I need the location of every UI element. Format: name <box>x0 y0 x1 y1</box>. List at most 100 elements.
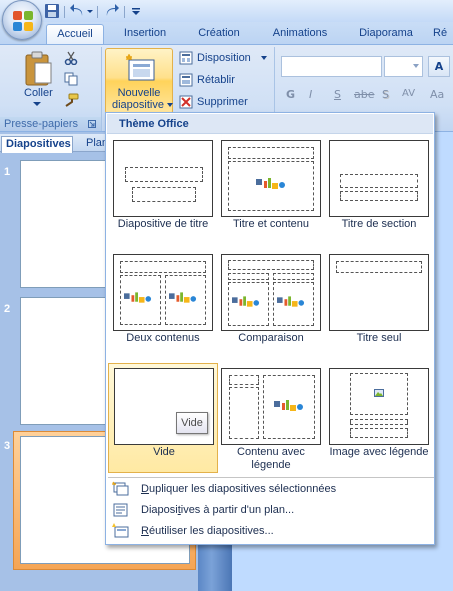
quick-access-separator <box>124 6 125 18</box>
underline-button[interactable]: S <box>334 88 341 101</box>
layout-label: Titre et contenu <box>232 218 310 230</box>
layout-label: Titre seul <box>356 332 402 344</box>
layout-comparison[interactable]: Comparaison <box>216 250 326 360</box>
gallery-header: Thème Office <box>107 114 433 134</box>
layout-preview <box>221 140 321 217</box>
picture-placeholder-icon <box>374 389 384 397</box>
layout-tooltip: Vide <box>176 412 208 434</box>
menu-item-label: Diapositives à partir d'un plan... <box>141 504 295 516</box>
shadow-button[interactable]: S <box>382 88 389 101</box>
content-placeholder-icon <box>256 178 285 189</box>
layout-preview <box>329 140 429 217</box>
menu-item-label: Dupliquer les diapositives sélectionnées <box>141 483 337 495</box>
layout-label: Image avec légende <box>329 446 429 458</box>
layout-preview <box>221 254 321 331</box>
bold-button[interactable]: G <box>286 88 295 101</box>
layout-icon[interactable] <box>179 51 193 65</box>
format-painter-icon[interactable] <box>63 93 79 107</box>
group-separator <box>101 47 102 131</box>
content-placeholder-icon <box>232 296 260 307</box>
tab-accueil[interactable]: Accueil <box>46 24 104 44</box>
slide-number: 3 <box>4 440 11 452</box>
redo-icon[interactable] <box>103 3 119 19</box>
slides-from-outline-icon <box>113 503 128 517</box>
duplicate-slides-menu-item[interactable]: Dupliquer les diapositives sélectionnées <box>107 479 433 500</box>
reset-icon[interactable] <box>179 73 193 87</box>
change-case-button[interactable]: Aa <box>430 88 444 101</box>
new-slide-label-line1: Nouvelle <box>117 87 161 99</box>
quick-access-separator <box>97 6 98 18</box>
layout-label: Diapositive de titre <box>117 218 209 230</box>
layout-title-only[interactable]: Titre seul <box>324 250 434 360</box>
layout-preview <box>113 140 213 217</box>
content-placeholder-icon <box>124 292 152 303</box>
clipboard-group-label-text: Presse-papiers <box>4 118 78 130</box>
customize-quick-access-icon[interactable] <box>131 3 141 19</box>
font-size-dropdown-icon[interactable] <box>413 64 419 69</box>
layout-preview <box>329 254 429 331</box>
menu-item-label: Réutiliser les diapositives... <box>141 525 274 537</box>
delete-slide-button-label[interactable]: Supprimer <box>197 96 248 108</box>
cut-icon[interactable] <box>64 51 78 65</box>
italic-button[interactable]: I <box>309 88 312 101</box>
slides-from-outline-menu-item[interactable]: Diapositives à partir d'un plan... <box>107 500 433 521</box>
layout-picture-with-caption[interactable]: Image avec légende <box>324 364 434 474</box>
title-bar <box>0 0 453 22</box>
save-icon[interactable] <box>44 3 60 19</box>
tab-revision[interactable]: Ré <box>433 24 453 44</box>
duplicate-slides-icon <box>112 481 129 496</box>
paste-dropdown-icon[interactable] <box>33 101 41 107</box>
layout-dropdown-icon[interactable] <box>261 56 267 61</box>
tab-diaporama[interactable]: Diaporama <box>350 24 422 44</box>
new-slide-label-line2: diapositive <box>112 99 164 111</box>
content-placeholder-icon <box>274 400 303 411</box>
tab-diapositives[interactable]: Diapositives <box>1 136 73 153</box>
layout-preview <box>221 368 321 445</box>
office-logo-icon <box>13 11 33 31</box>
layout-label: Comparaison <box>238 332 304 344</box>
grow-font-button[interactable]: A <box>428 56 450 77</box>
undo-dropdown-icon[interactable] <box>86 3 94 19</box>
layout-section-header[interactable]: Titre de section <box>324 136 434 246</box>
layout-title-content[interactable]: Titre et contenu <box>216 136 326 246</box>
menu-separator <box>108 477 434 478</box>
content-placeholder-icon <box>169 292 197 303</box>
quick-access-separator <box>64 6 65 18</box>
slide-number: 1 <box>4 166 11 178</box>
layout-content-with-caption[interactable]: Contenu avec légende <box>216 364 326 474</box>
layout-two-content[interactable]: Deux contenus <box>108 250 218 360</box>
layout-button-label[interactable]: Disposition <box>197 52 251 64</box>
tab-creation[interactable]: Création <box>186 24 252 44</box>
layout-preview <box>113 254 213 331</box>
reuse-slides-icon <box>112 523 129 538</box>
tab-animations[interactable]: Animations <box>262 24 338 44</box>
layout-title-slide[interactable]: Diapositive de titre <box>108 136 218 246</box>
clipboard-group-label: Presse-papiers <box>0 117 101 131</box>
layout-label: Contenu avec légende <box>237 446 305 471</box>
layout-label: Titre de section <box>341 218 417 230</box>
slide-number: 2 <box>4 303 11 315</box>
reset-button-label[interactable]: Rétablir <box>197 74 235 86</box>
layout-label: Vide <box>153 446 175 458</box>
font-name-combobox[interactable] <box>281 56 382 77</box>
font-format-buttons: G I S abe S AV Aa <box>282 84 453 106</box>
paste-icon[interactable] <box>23 51 53 87</box>
strikethrough-button[interactable]: abe <box>354 88 375 101</box>
new-slide-dropdown-icon <box>167 103 173 107</box>
new-slide-icon <box>125 54 155 81</box>
paste-button-label[interactable]: Coller <box>24 87 53 99</box>
font-size-combobox[interactable] <box>384 56 423 77</box>
office-button[interactable] <box>2 0 42 40</box>
content-placeholder-icon <box>277 296 305 307</box>
new-slide-button[interactable]: Nouvelle diapositive <box>105 48 173 114</box>
undo-icon[interactable] <box>70 3 86 19</box>
copy-icon[interactable] <box>64 72 78 86</box>
tab-insertion[interactable]: Insertion <box>112 24 178 44</box>
delete-slide-icon[interactable] <box>179 95 193 109</box>
ribbon-tab-bar: Accueil Insertion Création Animations Di… <box>0 22 453 44</box>
layout-preview <box>329 368 429 445</box>
layout-label: Deux contenus <box>126 332 200 344</box>
character-spacing-button[interactable]: AV <box>402 88 415 99</box>
reuse-slides-menu-item[interactable]: Réutiliser les diapositives... <box>107 521 433 542</box>
dialog-launcher-icon[interactable] <box>88 120 96 128</box>
